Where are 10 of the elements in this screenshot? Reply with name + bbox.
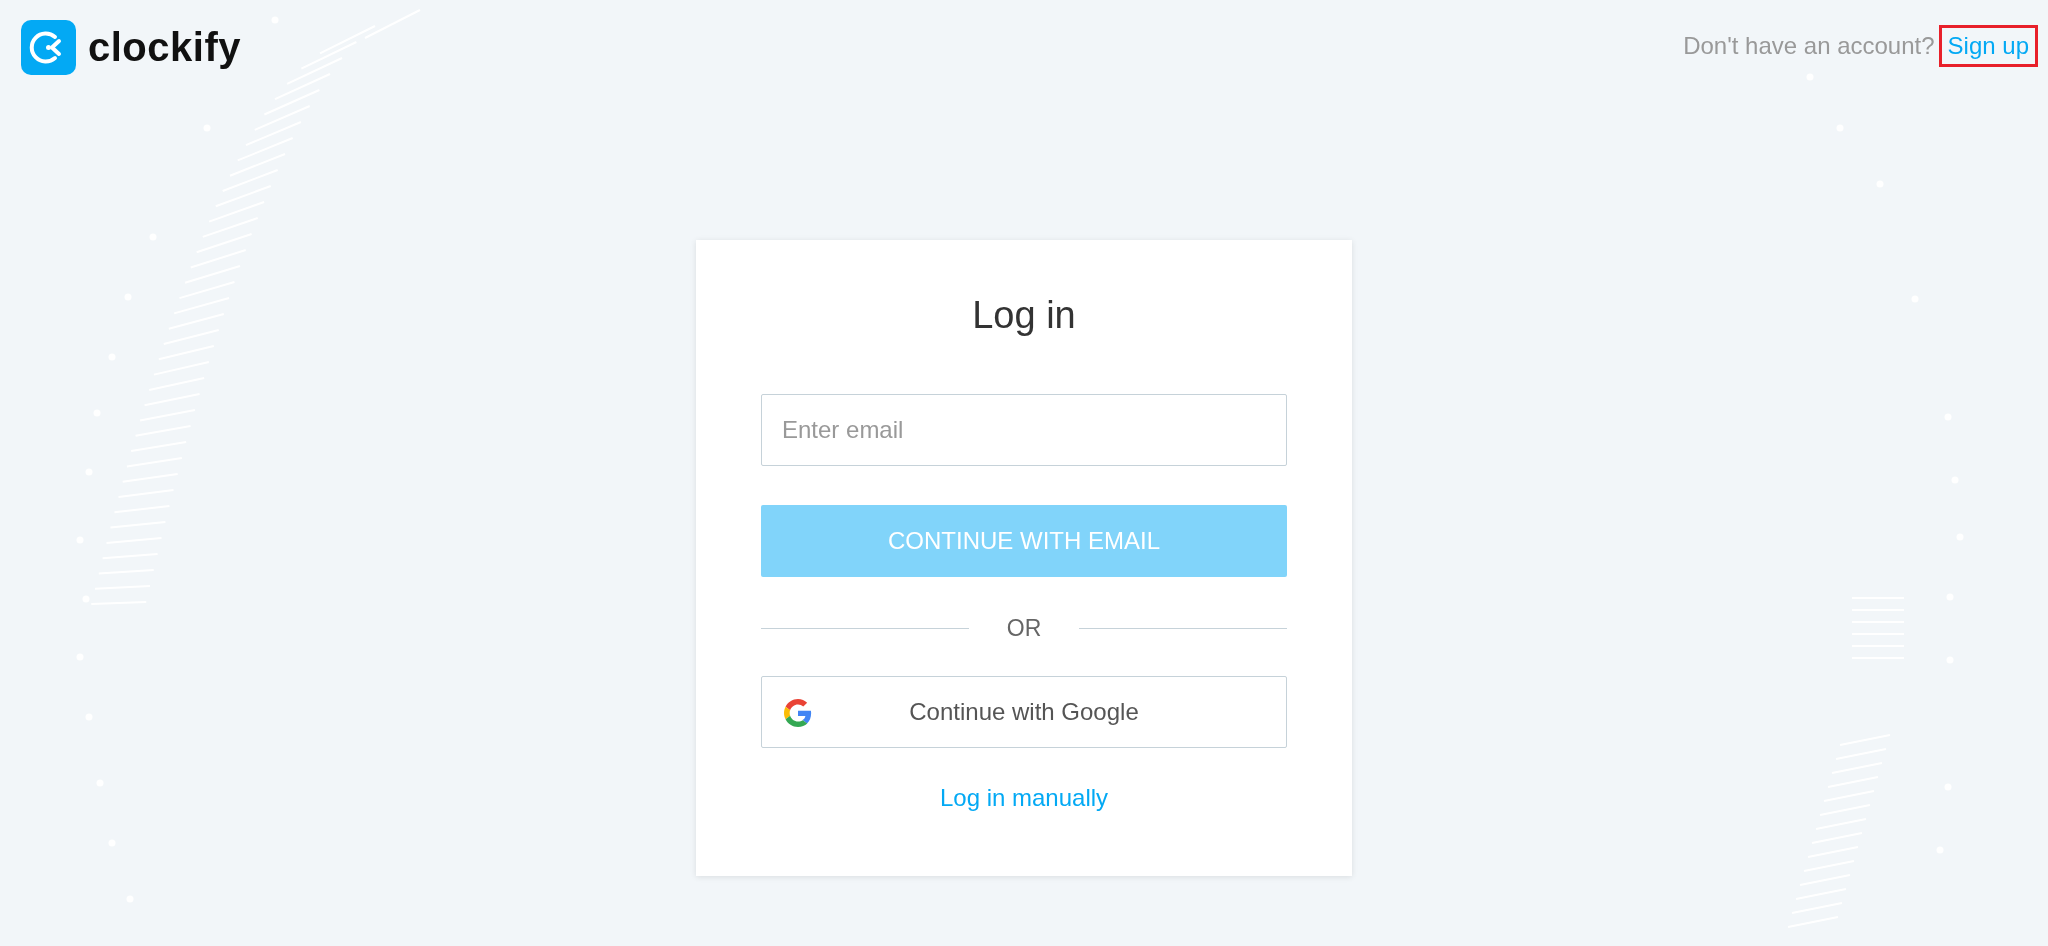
clock-logo-icon <box>21 20 76 75</box>
login-title: Log in <box>971 294 1077 337</box>
manual-login-link[interactable]: Log in manually <box>939 784 1109 812</box>
google-button[interactable]: Continue with Google <box>761 676 1287 748</box>
or-divider-text: OR <box>1006 615 1042 642</box>
google-icon <box>784 699 812 727</box>
signup-link[interactable]: Sign up <box>1938 24 2038 67</box>
email-field[interactable]: Enter email <box>761 394 1287 466</box>
signup-prompt: Don't have an account? <box>1683 31 1935 60</box>
logo-text: clockify <box>88 25 241 70</box>
